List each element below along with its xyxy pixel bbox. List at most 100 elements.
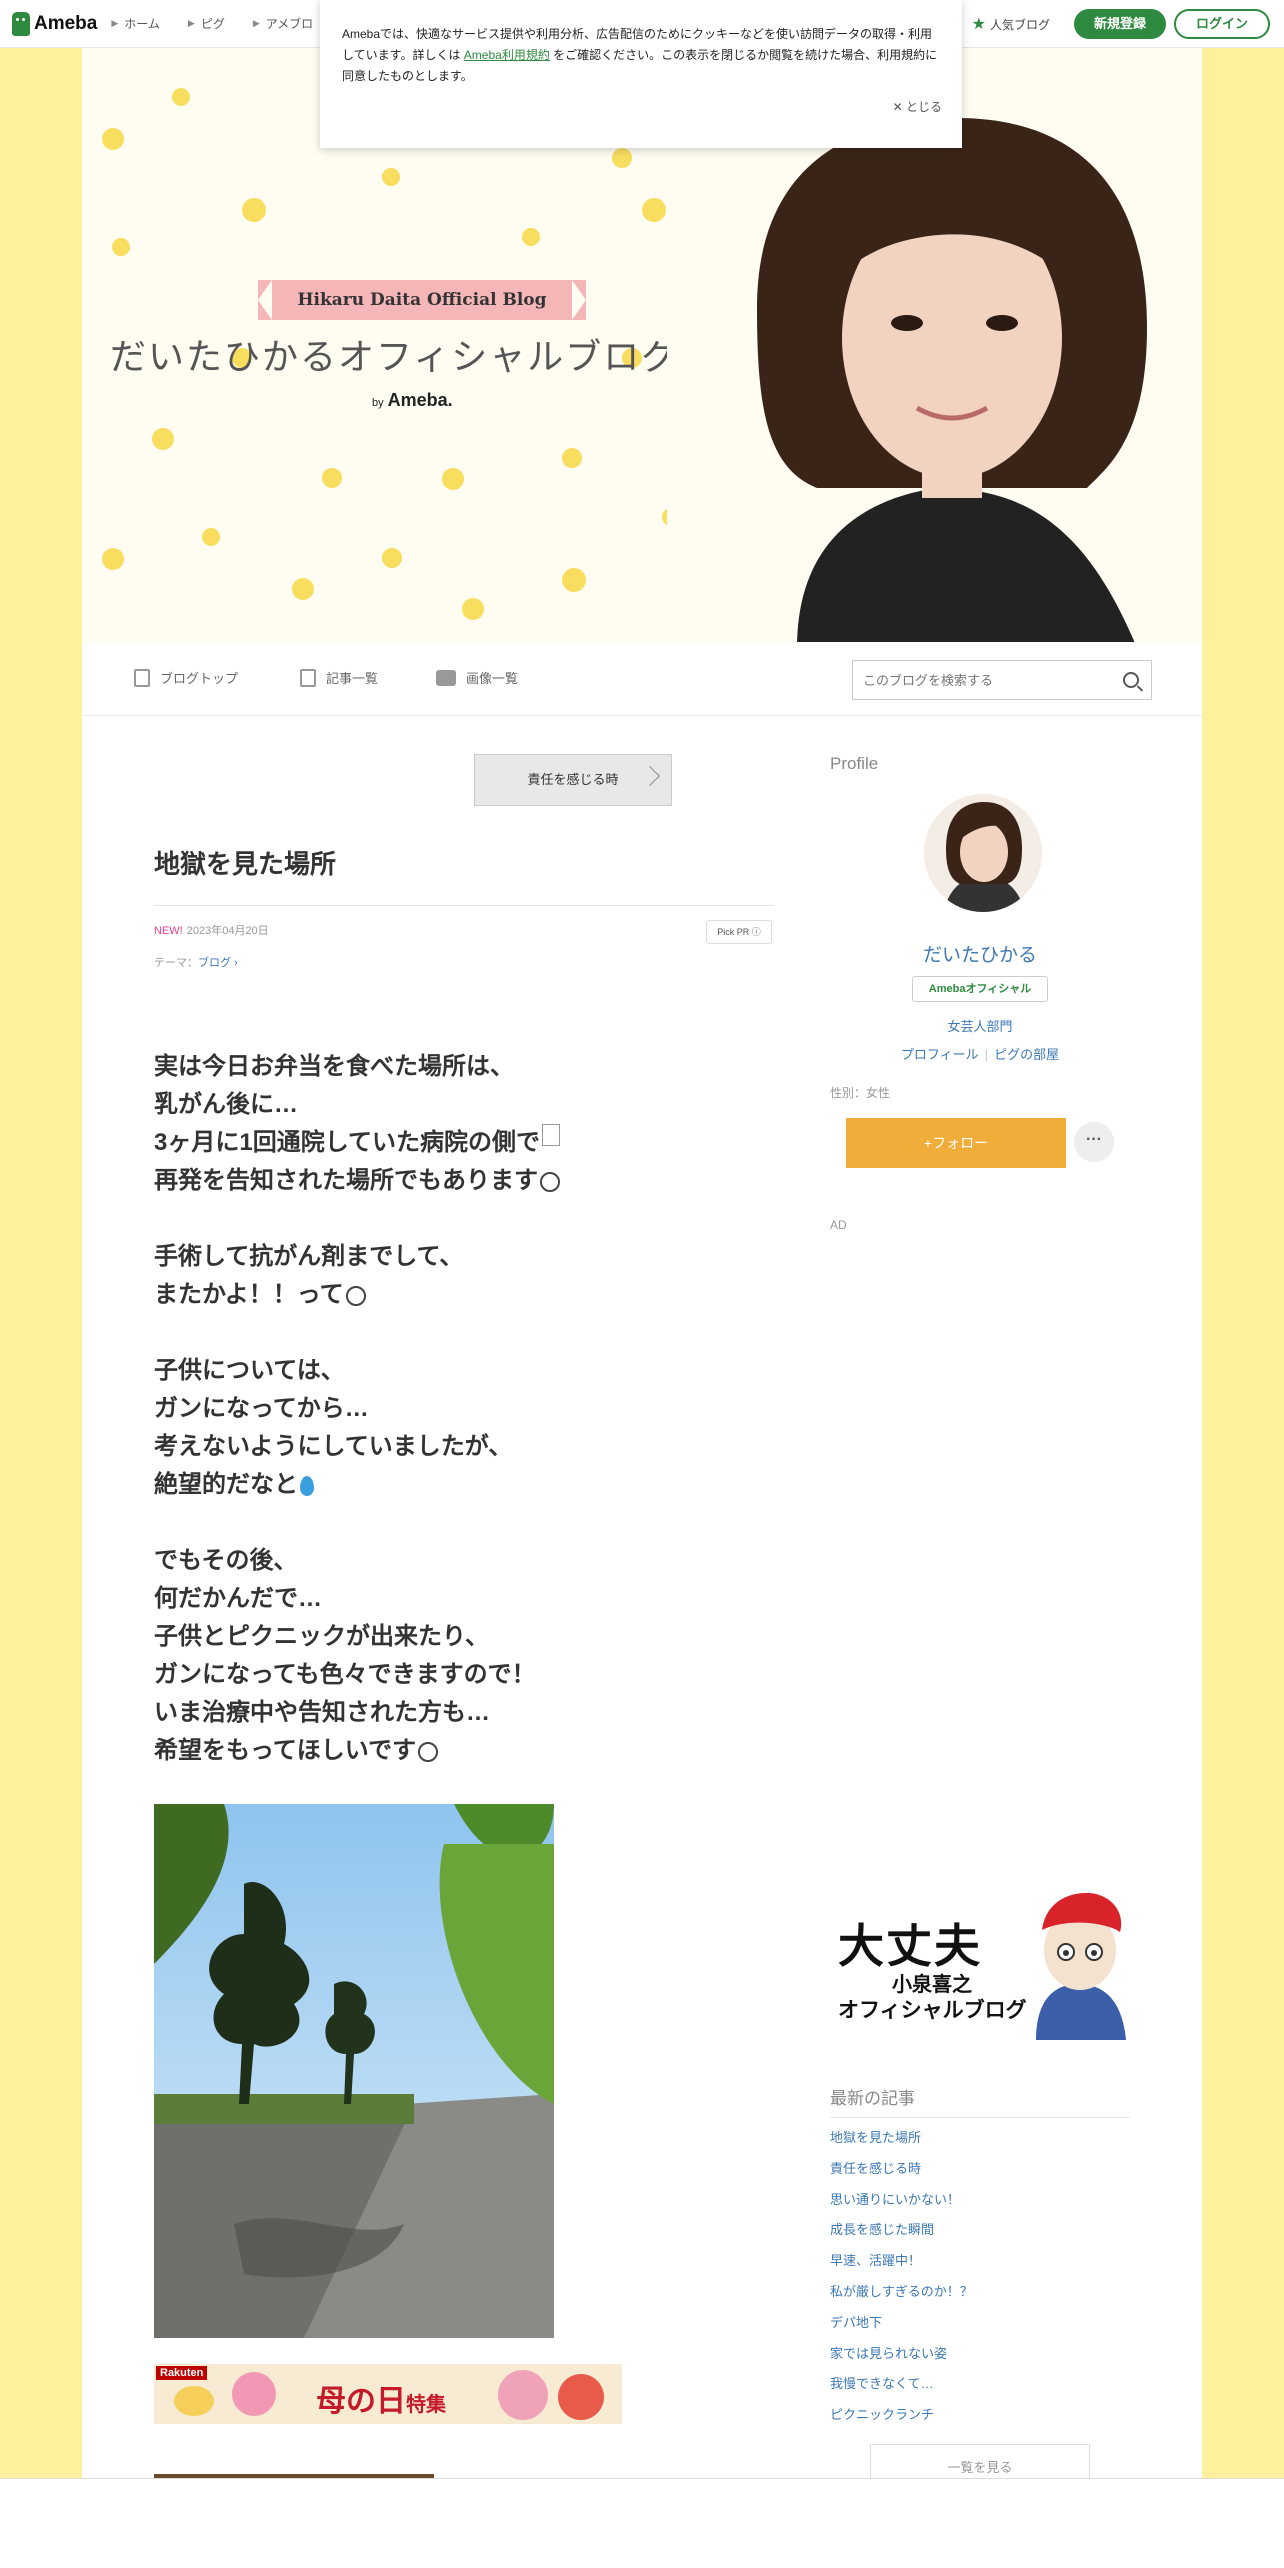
- article-theme: テーマ：ブログ ›: [154, 954, 238, 970]
- banner-main: 母の日: [316, 2385, 406, 2418]
- body-line: 子供とピクニックが出来たり、: [154, 1623, 490, 1650]
- nav-blog-top[interactable]: ブログトップ: [134, 668, 238, 687]
- body-line: [154, 1314, 754, 1352]
- article-meta: NEW! 2023年04月20日: [154, 922, 269, 938]
- nav-label: アメブロ: [265, 17, 314, 31]
- recent-articles-list: 地獄を見た場所 責任を感じる時 思い通りにいかない！ 成長を感じた瞬間 早速、活…: [830, 2126, 1130, 2434]
- banner-title: 母の日特集: [316, 2376, 446, 2420]
- document-icon: [134, 668, 150, 687]
- recent-article-link[interactable]: 我慢できなくて…: [830, 2372, 1130, 2403]
- follow-button[interactable]: +フォロー: [846, 1118, 1066, 1168]
- official-badge: Amebaオフィシャル: [912, 976, 1048, 1002]
- chevron-right-icon: ▶: [252, 18, 260, 28]
- body-line: またかよ！！って: [154, 1276, 754, 1314]
- profile-gender: 性別：女性: [830, 1086, 891, 1100]
- login-button[interactable]: ログイン: [1173, 9, 1270, 39]
- article-photo[interactable]: [154, 1804, 554, 2338]
- banner-sub: 特集: [406, 2394, 446, 2416]
- body-line: 希望をもってほしいです: [154, 1732, 754, 1770]
- body-line: 手術して抗がん剤までして、: [154, 1243, 464, 1270]
- portrait-photo: [667, 108, 1202, 642]
- blog-nav: ブログトップ 記事一覧 画像一覧: [82, 642, 1202, 716]
- register-button[interactable]: 新規登録: [1073, 9, 1166, 39]
- recent-article-link[interactable]: ピクニックランチ: [830, 2403, 1130, 2434]
- by-label: by: [372, 397, 384, 409]
- body-line: ガンになっても色々できますので！: [154, 1661, 536, 1688]
- nav-ameblo[interactable]: ▶ アメブロ: [253, 15, 313, 32]
- smile-emoji-icon: [540, 1171, 560, 1192]
- rakuten-mothers-day-banner[interactable]: Rakuten 母の日特集: [154, 2364, 622, 2424]
- terms-link[interactable]: Ameba利用規約: [464, 48, 550, 62]
- body-line: 3ヶ月に1回通院していた病院の側で: [154, 1124, 754, 1162]
- by-ameba-logo: by Ameba.: [372, 390, 453, 411]
- profile-category-link[interactable]: 女芸人部門: [830, 1016, 1130, 1035]
- body-line: でもその後、: [154, 1547, 298, 1574]
- blog-ribbon: Hikaru Daita Official Blog: [258, 280, 586, 320]
- recent-article-link[interactable]: 家では見られない姿: [830, 2342, 1130, 2373]
- broken-image-icon: [541, 1124, 560, 1146]
- blog-search: [852, 660, 1152, 700]
- star-icon: ★: [971, 16, 986, 33]
- recent-article-link[interactable]: 成長を感じた瞬間: [830, 2218, 1130, 2249]
- body-line-text: またかよ！！って: [154, 1281, 344, 1308]
- article-body: 実は今日お弁当を食べた場所は、 乳がん後に… 3ヶ月に1回通院していた病院の側で…: [154, 1048, 754, 1770]
- profile-links: プロフィール | ピグの部屋: [830, 1044, 1130, 1063]
- body-line: 考えないようにしていましたが、: [154, 1433, 513, 1460]
- recent-article-link[interactable]: 私が厳しすぎるのか！？: [830, 2280, 1130, 2311]
- recent-article-link[interactable]: 思い通りにいかない！: [830, 2188, 1130, 2219]
- recent-article-link[interactable]: 地獄を見た場所: [830, 2126, 1130, 2157]
- body-line: 絶望的だなと: [154, 1466, 754, 1504]
- theme-link[interactable]: ブログ ›: [198, 957, 238, 969]
- pigg-room-link[interactable]: ピグの部屋: [994, 1047, 1059, 1062]
- nav-home[interactable]: ▶ ホーム: [111, 15, 160, 32]
- nav-image-list[interactable]: 画像一覧: [436, 668, 518, 687]
- body-line-text: 絶望的だなと: [154, 1471, 298, 1498]
- search-icon[interactable]: [1123, 672, 1139, 688]
- article-date: 2023年04月20日: [186, 925, 269, 937]
- blog-title[interactable]: だいたひかるオフィシャルブログ: [110, 328, 679, 380]
- body-line-text: 3ヶ月に1回通院していた病院の側で: [154, 1129, 540, 1156]
- body-line: 子供については、: [154, 1357, 345, 1384]
- pick-pr-button[interactable]: Pick PR ⓘ: [706, 920, 772, 944]
- chevron-right-icon: ▶: [187, 18, 195, 28]
- prev-label: 責任を感じる時: [527, 772, 619, 787]
- ameba-mascot-icon: [12, 11, 30, 36]
- promo-headline: 大丈夫: [838, 1920, 982, 1972]
- body-line: ガンになってから…: [154, 1395, 369, 1422]
- promo-character-illustration: [1036, 1893, 1126, 2040]
- theme-name: ブログ: [198, 957, 231, 969]
- brand-label: Ameba.: [387, 390, 453, 410]
- cookie-notice: Amebaでは、快適なサービス提供や利用分析、広告配信のためにクッキーなどを使い…: [320, 0, 962, 148]
- article-title[interactable]: 地獄を見た場所: [154, 844, 774, 906]
- global-nav: ▶ ホーム ▶ ピグ ▶ アメブロ: [111, 15, 341, 32]
- more-options-button[interactable]: ···: [1074, 1122, 1114, 1162]
- bottom-bar: [0, 2478, 1284, 2568]
- nav-pigg[interactable]: ▶ ピグ: [188, 15, 225, 32]
- copy-icon: [300, 668, 316, 687]
- nav-article-list[interactable]: 記事一覧: [300, 668, 378, 687]
- nav-label: ブログトップ: [160, 671, 239, 686]
- popular-blogs-link[interactable]: ★ 人気ブログ: [972, 14, 1050, 34]
- smile-emoji-icon: [345, 1285, 366, 1306]
- search-input[interactable]: [853, 661, 1093, 699]
- nav-label: 画像一覧: [466, 671, 519, 686]
- chevron-right-icon: [640, 766, 660, 786]
- promo-subtitle: オフィシャルブログ: [838, 1999, 1027, 2022]
- ameba-logo[interactable]: Ameba: [12, 11, 97, 36]
- popular-label: 人気ブログ: [989, 17, 1050, 32]
- body-line: 再発を告知された場所でもあります: [154, 1162, 754, 1200]
- profile-heading: Profile: [830, 754, 879, 773]
- recent-article-link[interactable]: 早速、活躍中！: [830, 2249, 1130, 2280]
- sweat-drop-emoji-icon: [300, 1475, 314, 1496]
- profile-avatar[interactable]: [924, 794, 1042, 912]
- recent-article-link[interactable]: 責任を感じる時: [830, 2157, 1130, 2188]
- recent-article-link[interactable]: デパ地下: [830, 2311, 1130, 2342]
- body-line-text: 再発を告知された場所でもあります: [154, 1167, 538, 1194]
- camera-icon: [436, 669, 456, 686]
- body-line-text: 希望をもってほしいです: [154, 1737, 417, 1764]
- profile-link[interactable]: プロフィール: [901, 1047, 979, 1062]
- profile-name[interactable]: だいたひかる: [830, 940, 1130, 967]
- previous-article-button[interactable]: 責任を感じる時: [474, 754, 672, 806]
- cookie-close-button[interactable]: ✕ とじる: [893, 97, 942, 118]
- promo-banner[interactable]: 大丈夫 小泉喜之 オフィシャルブログ: [830, 1888, 1130, 2040]
